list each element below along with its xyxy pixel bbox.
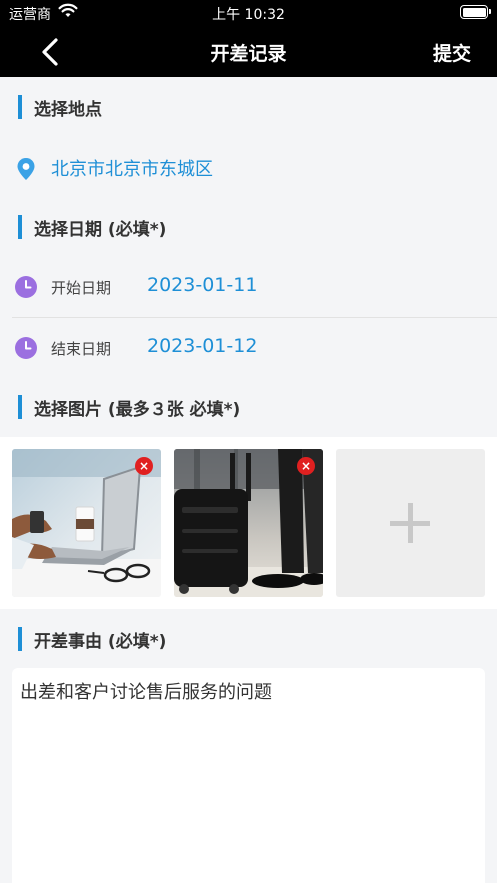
section-accent-bar [18,395,22,419]
photo-section-title: 选择图片 (最多３张 必填*) [18,395,241,420]
remove-photo-button[interactable]: × [297,457,315,475]
luggage-photo[interactable]: × [174,449,323,597]
nav-bar: 开差记录 提交 [0,26,497,77]
reason-textarea[interactable]: 出差和客户讨论售后服务的问题 [12,668,485,883]
section-accent-bar [18,627,22,651]
plus-icon-vertical [408,503,413,543]
end-date-value[interactable]: 2023-01-12 [147,335,257,357]
end-date-label: 结束日期 [51,340,112,358]
add-photo-button[interactable] [336,449,485,597]
page-title: 开差记录 [210,43,287,65]
date-section-label: 选择日期 (必填*) [34,219,167,240]
start-date-value[interactable]: 2023-01-11 [147,274,257,296]
status-time: 上午 10:32 [212,7,285,23]
status-bar: 运营商 上午 10:32 [0,0,497,26]
date-section-title: 选择日期 (必填*) [18,215,167,240]
location-section-title: 选择地点 [18,95,102,120]
section-accent-bar [18,215,22,239]
clock-icon [15,337,37,359]
photo-strip: × × [0,437,497,609]
end-date-row[interactable]: 结束日期 2023-01-12 [0,318,497,378]
reason-section-label: 开差事由 (必填*) [34,631,167,652]
laptop-photo[interactable]: × [12,449,161,597]
clock-icon [15,276,37,298]
start-date-row[interactable]: 开始日期 2023-01-11 [0,257,497,317]
battery-icon [460,5,491,19]
reason-section-title: 开差事由 (必填*) [18,627,167,652]
photo-section-label: 选择图片 (最多３张 必填*) [34,399,241,420]
remove-photo-button[interactable]: × [135,457,153,475]
location-section-label: 选择地点 [34,99,102,120]
chevron-left-icon[interactable] [38,37,64,67]
location-value[interactable]: 北京市北京市东城区 [51,155,213,181]
start-date-label: 开始日期 [51,279,112,297]
submit-button[interactable]: 提交 [433,39,471,66]
section-accent-bar [18,95,22,119]
location-pin-icon [17,158,35,180]
